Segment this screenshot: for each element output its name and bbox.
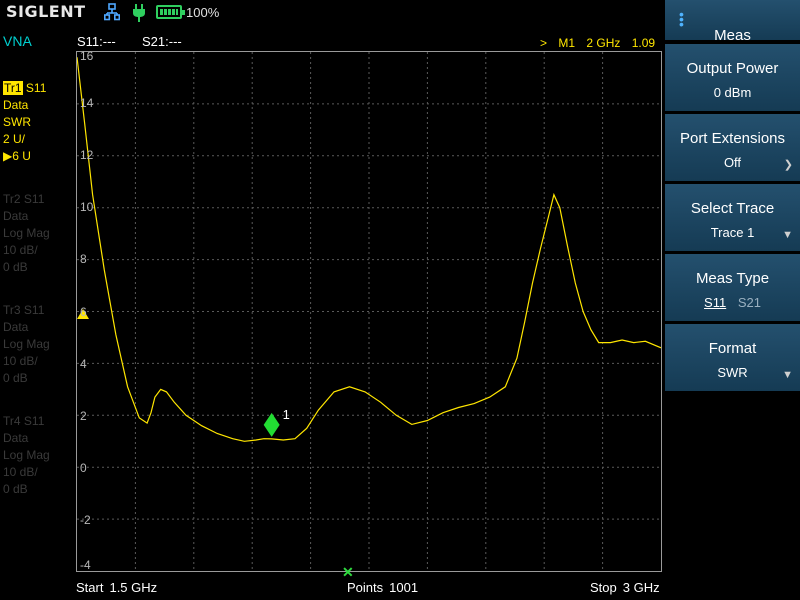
y-tick-label: -4 [80,558,91,572]
chevron-right-icon: ❯ [783,159,793,171]
stop-label: Stop [590,580,617,595]
stimulus-marker-icon: ✕ [342,564,354,580]
stop-value: 3 GHz [622,580,660,595]
marker-label: 1 [283,407,290,422]
start-value: 1.5 GHz [109,580,158,595]
trace-format: Data [3,320,29,334]
trace-id: Tr2 [3,192,21,206]
trace-format: Data [3,98,29,112]
y-tick-label: 6 [80,304,87,319]
siglent-logo: SIGLENT [6,2,86,21]
y-tick-label: 0 [80,460,87,475]
plot-svg: 1 [77,52,661,571]
output-power-value: 0 dBm [713,85,752,100]
trace-ref: 0 dB [3,260,28,274]
y-tick-label: 14 [80,96,94,111]
softkey-panel: • • • Meas Output Power 0 dBm Port Extensi… [664,0,800,600]
power-plug-icon [133,4,145,22]
trace-scale-type: Log Mag [3,226,50,240]
trace-param: S11 [23,414,45,428]
format-value: SWR [717,365,748,380]
port-extensions-button[interactable]: Port Extensions Off ❯ [665,114,800,181]
trace-ref: 0 dB [3,371,28,385]
trace-scale-type: Log Mag [3,448,50,462]
stop-frequency[interactable]: Stop 3 GHz [590,580,660,595]
trace-format: Data [3,431,29,445]
trace-scale: 10 dB/ [3,354,38,368]
battery-percentage: 100% [186,5,220,20]
start-frequency[interactable]: Start 1.5 GHz [76,580,157,595]
y-tick-label: 4 [80,356,87,371]
trace-ref: 0 dB [3,482,28,496]
meas-type-s21[interactable]: S21 [738,295,761,310]
points-label: Points [347,580,384,595]
trace-param: S11 [25,81,47,95]
port-extensions-title: Port Extensions [679,130,786,147]
meas-type-options: S11 S21 [665,295,800,310]
trace-param: S11 [23,192,45,206]
output-power-title: Output Power [686,60,779,77]
meas-type-title: Meas Type [695,270,770,287]
meas-type-s11[interactable]: S11 [704,295,726,310]
y-tick-label: 16 [80,49,94,63]
trace-scale: 10 dB/ [3,465,38,479]
select-trace-title: Select Trace [690,200,775,217]
trace-ref: ▶6 U [3,149,31,163]
trace-id: Tr4 [3,414,21,428]
trace-scale-type: Log Mag [3,337,50,351]
port-extensions-value: Off [723,155,742,170]
marker-readout-prefix: > [540,36,548,50]
s11-readout: S11:--- [77,34,116,49]
marker-diamond [263,412,280,437]
chevron-down-icon: ▼ [782,229,793,241]
points-value: 1001 [389,580,419,595]
measurement-plot[interactable]: 1 [76,51,662,572]
network-icon [104,3,120,21]
trace-format: Data [3,209,29,223]
trace-param: S11 [23,303,45,317]
trace-id: Tr1 [3,81,23,95]
start-label: Start [76,580,104,595]
meas-type-button[interactable]: Meas Type S11 S21 [665,254,800,321]
trace-scale-type: SWR [3,115,31,129]
marker-readout: > M1 2 GHz 1.09 [540,36,663,50]
y-tick-label: 12 [80,148,94,163]
menu-dots-icon: • • • [679,6,684,32]
trace-scale: 2 U/ [3,132,26,146]
trace-scale: 10 dB/ [3,243,38,257]
y-tick-label: 8 [80,252,87,267]
trace-2-info[interactable]: Tr2 S11 Data Log Mag 10 dB/ 0 dB [3,191,50,276]
sweep-points[interactable]: Points 1001 [347,580,418,595]
mode-label: VNA [3,33,32,49]
trace-4-info[interactable]: Tr4 S11 Data Log Mag 10 dB/ 0 dB [3,413,50,498]
format-title: Format [708,340,757,357]
select-trace-button[interactable]: Select Trace Trace 1 ▼ [665,184,800,251]
meas-menu-header[interactable]: • • • Meas [665,0,800,44]
output-power-button[interactable]: Output Power 0 dBm [665,44,800,111]
marker-readout-freq: 2 GHz [586,36,621,50]
y-tick-label: -2 [80,512,91,527]
select-trace-value: Trace 1 [710,225,755,240]
marker-readout-name: M1 [558,36,576,50]
y-tick-label: 10 [80,200,94,215]
marker-readout-value: 1.09 [631,36,656,50]
format-button[interactable]: Format SWR ▼ [665,324,800,391]
s21-readout: S21:--- [142,34,182,49]
chevron-down-icon: ▼ [782,369,793,381]
status-bar: SIGLENT 100% [0,0,664,26]
battery-icon [156,5,185,19]
trace-1-info[interactable]: Tr1 S11 Data SWR 2 U/ ▶6 U [3,80,46,165]
y-tick-label: 2 [80,408,87,423]
trace-3-info[interactable]: Tr3 S11 Data Log Mag 10 dB/ 0 dB [3,302,50,387]
trace-id: Tr3 [3,303,21,317]
